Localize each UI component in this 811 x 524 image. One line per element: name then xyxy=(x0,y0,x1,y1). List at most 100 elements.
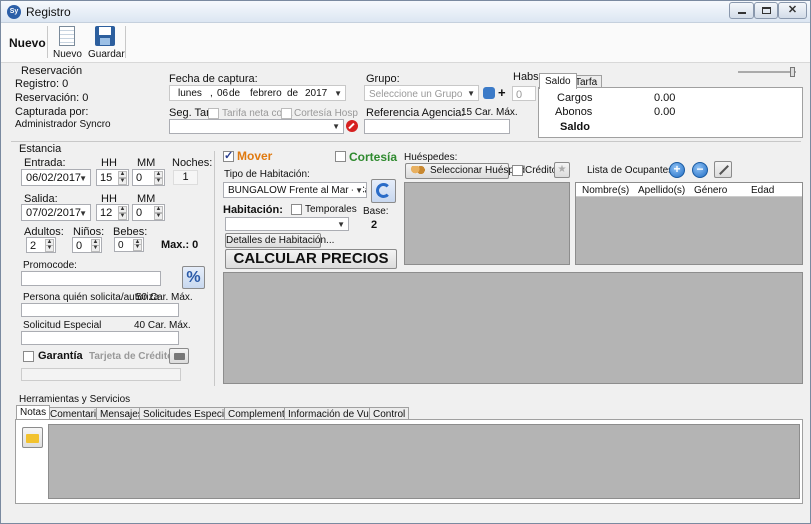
add-note-button[interactable] xyxy=(22,427,43,448)
capturada-value: Administrador Syncro xyxy=(15,119,111,130)
seg-tar-select[interactable]: ▼ xyxy=(169,119,344,134)
tarjeta-input[interactable] xyxy=(21,368,181,381)
entrada-date-picker[interactable]: 06/02/2017 ▼ xyxy=(21,169,91,186)
base-value: 2 xyxy=(371,219,378,231)
ocupantes-label: Lista de Ocupantes xyxy=(587,165,674,176)
minimize-button[interactable] xyxy=(729,2,754,19)
fecha-captura-picker[interactable]: lunes , 06 de febrero de 2017 ▼ xyxy=(169,85,346,101)
temporales-label: Temporales xyxy=(305,204,357,215)
habitacion-label: Habitación: xyxy=(223,204,283,216)
huespedes-label: Huéspedes: xyxy=(404,152,458,163)
mover-label: Mover xyxy=(237,149,273,163)
tipo-label: Tipo de Habitación: xyxy=(224,169,310,180)
cortesia-checkbox[interactable] xyxy=(335,151,346,162)
guests-icon xyxy=(411,166,425,176)
chevron-down-icon: ▼ xyxy=(79,209,87,218)
cortesia-hosp-label: Cortesía Hosp xyxy=(294,108,358,119)
ninos-stepper[interactable]: 0 ▲ ▼ xyxy=(72,237,102,253)
entrada-mm-stepper[interactable]: 0 ▲ ▼ xyxy=(132,169,165,186)
group-users-icon[interactable] xyxy=(483,87,495,99)
persona-max: 50 Car. Máx. xyxy=(136,292,193,303)
column-header[interactable]: Género xyxy=(694,185,727,196)
credit-card-button[interactable] xyxy=(169,348,189,364)
solicitud-label: Solicitud Especial xyxy=(23,320,102,331)
grupo-select[interactable]: Seleccione un Grupo ▼ xyxy=(364,85,479,101)
cargos-value: 0.00 xyxy=(654,92,676,104)
promocode-label: Promocode: xyxy=(23,260,77,271)
salida-date-picker[interactable]: 07/02/2017 ▼ xyxy=(21,204,91,221)
salida-mm-stepper[interactable]: 0 ▲ ▼ xyxy=(132,204,165,221)
mover-checkbox[interactable] xyxy=(223,149,234,162)
percent-discount-button[interactable]: % xyxy=(182,266,205,289)
referencia-label: Referencia Agencia: xyxy=(366,107,465,119)
remove-occupant-icon[interactable]: − xyxy=(692,162,708,178)
bebes-stepper[interactable]: 0 ▲ ▼ xyxy=(114,237,144,252)
credit-card-icon xyxy=(174,353,185,360)
pencil-icon xyxy=(719,165,729,175)
capturada-label: Capturada por: xyxy=(15,106,89,118)
habs-label: Habs. xyxy=(513,71,542,83)
folder-icon xyxy=(26,434,39,443)
saldo-label: Saldo xyxy=(560,121,590,133)
habitacion-select[interactable]: ▼ xyxy=(225,217,349,231)
saldo-panel: Cargos 0.00 Abonos 0.00 Saldo xyxy=(538,87,803,138)
registro-window: Sy Registro ✕ Nuevo Nuevo Guardar Reserv… xyxy=(0,0,811,524)
column-header[interactable]: Edad xyxy=(751,185,774,196)
clear-red-icon[interactable] xyxy=(346,120,358,132)
credito-checkbox[interactable] xyxy=(512,165,523,176)
edit-occupant-button[interactable] xyxy=(714,161,732,178)
garantia-checkbox[interactable] xyxy=(23,351,34,362)
cortesia-hosp-checkbox[interactable] xyxy=(281,108,292,119)
star-button[interactable]: ★ xyxy=(554,162,570,178)
new-button[interactable]: Nuevo xyxy=(51,25,83,61)
guest-photo-panel xyxy=(404,182,570,265)
app-logo-icon: Sy xyxy=(7,5,21,19)
max-label: Max.: 0 xyxy=(161,239,199,251)
column-header[interactable]: Apellido(s) xyxy=(638,185,685,196)
persona-input[interactable] xyxy=(21,303,179,317)
toolbar: Nuevo Nuevo Guardar xyxy=(1,23,810,77)
salida-hh-stepper[interactable]: 12 ▲ ▼ xyxy=(96,204,129,221)
tab-notas[interactable]: Notas xyxy=(16,405,51,419)
title-bar: Sy Registro ✕ xyxy=(1,1,810,23)
calcular-precios-button[interactable]: CALCULAR PRECIOS xyxy=(225,249,397,269)
entrada-hh-stepper[interactable]: 15 ▲ ▼ xyxy=(96,169,129,186)
maximize-button[interactable] xyxy=(754,2,778,19)
adultos-stepper[interactable]: 2 ▲ ▼ xyxy=(26,237,56,253)
tipo-habitacion-select[interactable]: BUNGALOW Frente al Mar - Cama I ▼ xyxy=(223,182,367,198)
tarifa-neta-checkbox[interactable] xyxy=(208,108,219,119)
floppy-disk-icon xyxy=(95,26,115,46)
fecha-label: Fecha de captura: xyxy=(169,73,258,85)
close-button[interactable]: ✕ xyxy=(778,2,807,19)
abonos-label: Abonos xyxy=(555,106,593,118)
add-group-icon[interactable]: + xyxy=(498,85,506,100)
refresh-button[interactable] xyxy=(371,179,396,203)
habs-stepper[interactable]: 0 xyxy=(512,86,536,101)
window-title: Registro xyxy=(26,5,71,19)
detalles-button[interactable]: Detalles de Habitación... xyxy=(225,233,334,248)
base-label: Base: xyxy=(363,206,389,217)
refresh-icon xyxy=(376,183,391,198)
seg-tar-label: Seg. Tar. xyxy=(169,107,213,119)
promocode-input[interactable] xyxy=(21,271,161,286)
reservacion-text: Reservación: 0 xyxy=(15,92,89,104)
tarjeta-label: Tarjeta de Crédito: xyxy=(89,351,177,362)
chevron-down-icon: ▼ xyxy=(337,220,345,229)
registro-text: Registro: 0 xyxy=(15,78,69,90)
solicitud-input[interactable] xyxy=(21,331,179,345)
add-occupant-icon[interactable]: + xyxy=(669,162,685,178)
chevron-down-icon: ▼ xyxy=(334,89,342,98)
column-header[interactable]: Nombre(s) xyxy=(582,185,629,196)
mm-label: MM xyxy=(137,157,156,169)
referencia-input[interactable] xyxy=(364,119,510,134)
noches-label: Noches: xyxy=(172,157,213,169)
zoom-slider[interactable] xyxy=(738,67,798,77)
tab-saldo[interactable]: Saldo xyxy=(539,73,577,89)
hh-label: HH xyxy=(101,157,117,169)
notes-area[interactable] xyxy=(48,424,800,499)
save-button[interactable]: Guardar xyxy=(87,25,125,61)
estancia-legend: Estancia xyxy=(19,143,62,155)
select-guest-button[interactable]: Seleccionar Huésped xyxy=(405,163,525,179)
temporales-checkbox[interactable] xyxy=(291,204,302,215)
grupo-label: Grupo: xyxy=(366,73,400,85)
